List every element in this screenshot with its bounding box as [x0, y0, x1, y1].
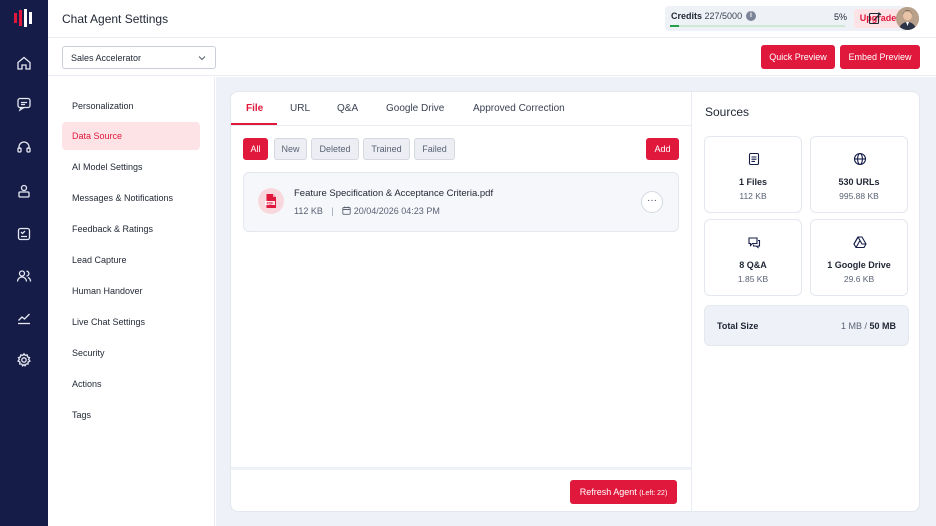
source-google-drive-count: 1 Google Drive: [827, 260, 891, 270]
total-size-label: Total Size: [717, 321, 759, 331]
page-title: Chat Agent Settings: [62, 12, 169, 26]
file-size: 112 KB: [294, 206, 323, 216]
tab-qa[interactable]: Q&A: [337, 103, 358, 114]
total-size-value: 1 MB / 50 MB: [841, 321, 896, 331]
edit-icon[interactable]: [868, 11, 882, 25]
total-size-used: 1 MB: [840, 321, 862, 331]
source-files-size: 112 KB: [739, 191, 767, 201]
source-card-files: 1 Files 112 KB: [704, 136, 802, 213]
quick-preview-button[interactable]: Quick Preview: [761, 45, 835, 69]
source-card-qa: 8 Q&A 1.85 KB: [704, 219, 802, 296]
source-qa-size: 1.85 KB: [737, 274, 769, 284]
qa-chat-icon: [744, 232, 764, 252]
refresh-agent-button[interactable]: Refresh Agent (Left: 22): [570, 480, 677, 504]
chevron-down-icon: [198, 56, 206, 61]
users-icon[interactable]: [14, 266, 34, 286]
file-item[interactable]: PDF Feature Specification & Acceptance C…: [243, 172, 679, 232]
chat-icon[interactable]: [14, 94, 34, 114]
tab-google-drive[interactable]: Google Drive: [386, 103, 444, 114]
agent-toolbar: Sales Accelerator Quick Preview Embed Pr…: [48, 38, 936, 76]
document-icon: [744, 149, 764, 169]
filter-deleted[interactable]: Deleted: [311, 138, 359, 160]
file-name: Feature Specification & Acceptance Crite…: [294, 188, 494, 199]
source-google-drive-size: 29.6 KB: [843, 274, 875, 284]
credits-value: 227/5000: [704, 11, 743, 21]
agent-select-value: Sales Accelerator: [71, 53, 142, 63]
data-source-tabs: File URL Q&A Google Drive Approved Corre…: [231, 92, 691, 126]
file-meta: 112 KB | 20/04/2026 04:23 PM: [294, 206, 440, 216]
agent-select[interactable]: Sales Accelerator: [62, 46, 216, 69]
settings-nav-messages-notifications[interactable]: Messages & Notifications: [62, 184, 200, 212]
settings-nav-personalization[interactable]: Personalization: [62, 92, 200, 120]
credits-label: Credits 227/5000: [671, 11, 743, 21]
settings-nav-security[interactable]: Security: [62, 339, 200, 367]
credits-progress-bar: [670, 25, 845, 27]
settings-nav-ai-model-settings[interactable]: AI Model Settings: [62, 153, 200, 181]
file-date: 20/04/2026 04:23 PM: [353, 206, 440, 216]
credits-percent: 5%: [834, 12, 848, 22]
refresh-left-count: (Left: 22): [639, 490, 668, 497]
pdf-file-icon: PDF: [258, 188, 284, 214]
panel-divider: [691, 92, 692, 513]
settings-icon[interactable]: [14, 350, 34, 370]
settings-nav-lead-capture[interactable]: Lead Capture: [62, 246, 200, 274]
source-urls-count: 530 URLs: [838, 177, 880, 187]
google-drive-icon: [850, 232, 870, 252]
data-source-card: File URL Q&A Google Drive Approved Corre…: [230, 91, 920, 513]
settings-nav-feedback-ratings[interactable]: Feedback & Ratings: [62, 215, 200, 243]
headset-icon[interactable]: [14, 137, 34, 157]
info-icon[interactable]: i: [746, 11, 756, 21]
globe-icon: [850, 149, 870, 169]
tab-file[interactable]: File: [246, 103, 263, 114]
credits-progress-fill: [670, 25, 679, 27]
card-footer: Refresh Agent (Left: 22): [231, 467, 691, 513]
analytics-icon[interactable]: [14, 308, 34, 328]
filter-all[interactable]: All: [243, 138, 268, 160]
filter-trained[interactable]: Trained: [363, 138, 410, 160]
source-qa-count: 8 Q&A: [739, 260, 767, 270]
tab-url[interactable]: URL: [290, 103, 310, 114]
settings-nav: Personalization Data Source AI Model Set…: [48, 77, 215, 526]
svg-text:PDF: PDF: [267, 201, 274, 205]
embed-preview-button[interactable]: Embed Preview: [840, 45, 920, 69]
settings-nav-actions[interactable]: Actions: [62, 370, 200, 398]
top-bar: Chat Agent Settings Credits 227/5000 i 5…: [48, 0, 936, 38]
sources-title: Sources: [705, 105, 750, 119]
avatar[interactable]: [896, 7, 919, 30]
meta-separator: |: [331, 206, 334, 216]
settings-nav-live-chat-settings[interactable]: Live Chat Settings: [62, 308, 200, 336]
settings-nav-data-source[interactable]: Data Source: [62, 122, 200, 150]
settings-nav-human-handover[interactable]: Human Handover: [62, 277, 200, 305]
add-button[interactable]: Add: [646, 138, 679, 160]
total-size-max: 50 MB: [869, 321, 896, 331]
home-icon[interactable]: [14, 53, 34, 73]
source-card-google-drive: 1 Google Drive 29.6 KB: [810, 219, 908, 296]
source-card-urls: 530 URLs 995.88 KB: [810, 136, 908, 213]
filter-new[interactable]: New: [274, 138, 307, 160]
source-urls-size: 995.88 KB: [839, 191, 879, 201]
more-options-icon[interactable]: ···: [641, 191, 663, 213]
checklist-icon[interactable]: [14, 224, 34, 244]
tab-approved-correction[interactable]: Approved Correction: [473, 103, 565, 114]
user-lock-icon[interactable]: [14, 181, 34, 201]
active-tab-indicator: [231, 123, 277, 125]
refresh-agent-label: Refresh Agent: [579, 487, 637, 497]
brand-logo: [14, 9, 32, 27]
filter-failed[interactable]: Failed: [414, 138, 455, 160]
calendar-icon: [342, 206, 351, 215]
total-size-panel: Total Size 1 MB / 50 MB: [704, 305, 909, 346]
app-sidebar: [0, 0, 48, 526]
source-files-count: 1 Files: [738, 177, 767, 187]
settings-nav-tags[interactable]: Tags: [62, 401, 200, 429]
